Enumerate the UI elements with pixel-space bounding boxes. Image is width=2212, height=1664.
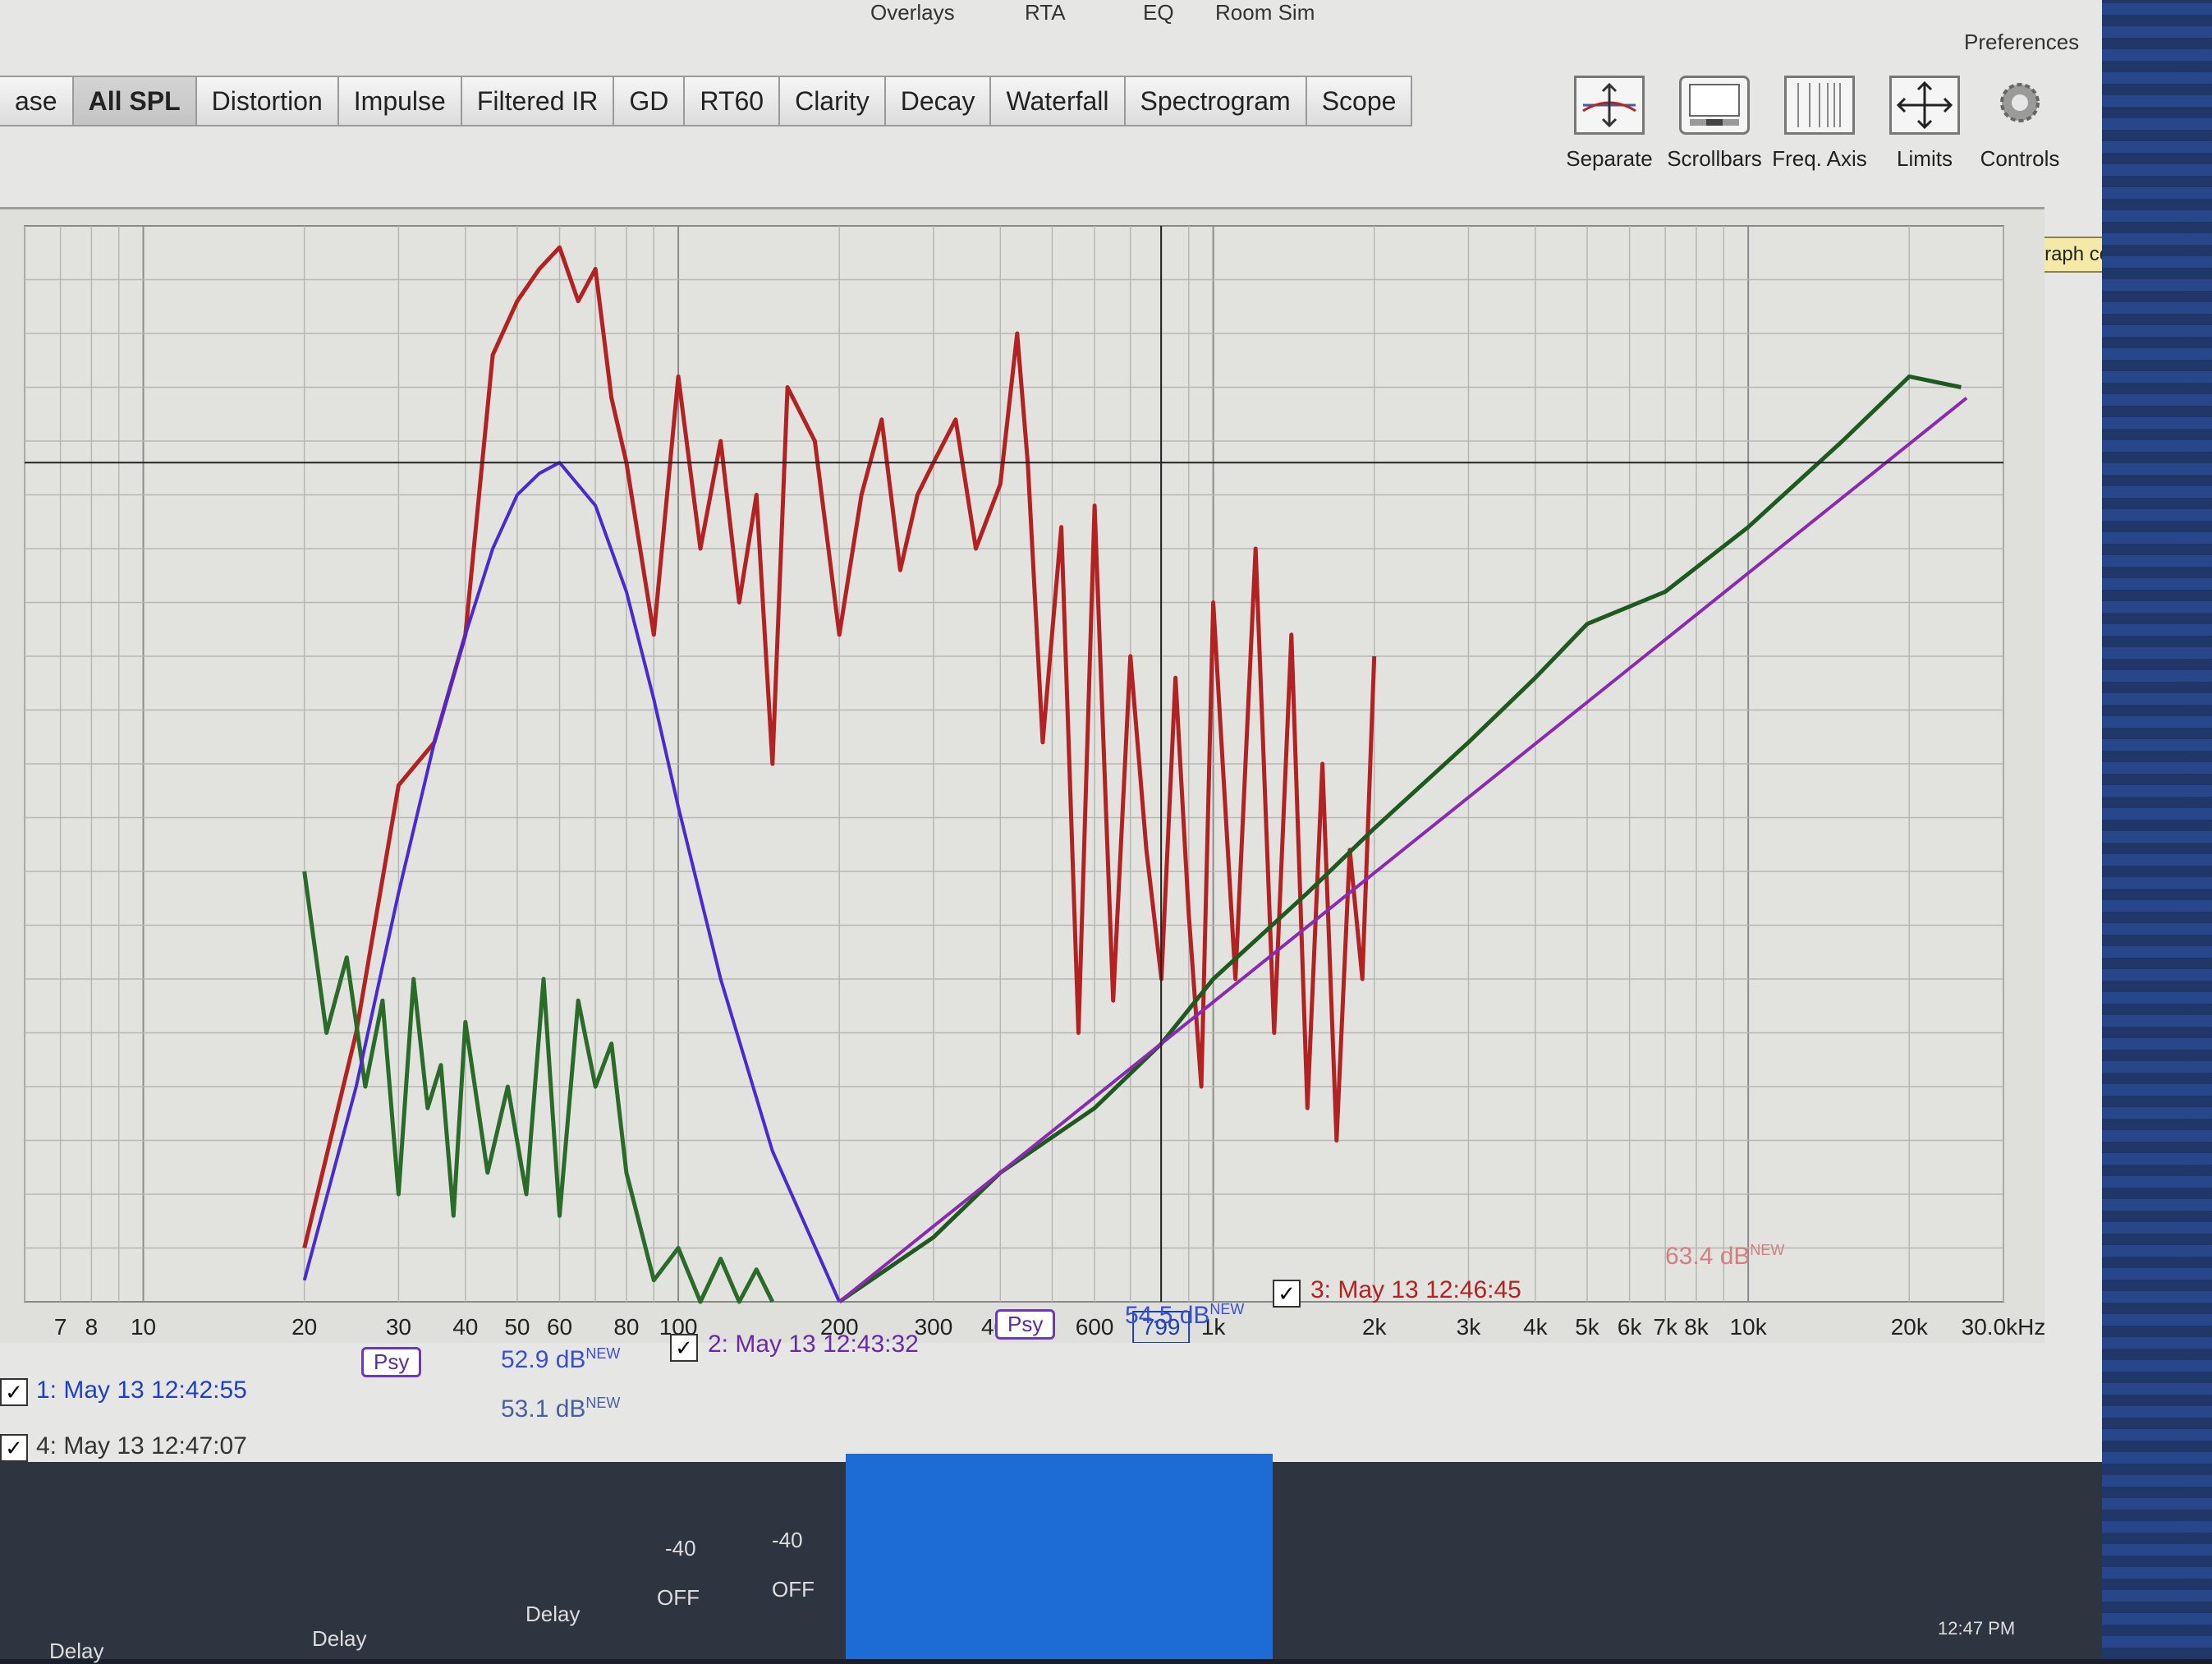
gain-min-label-b: -40 [772, 1528, 803, 1552]
preferences-button[interactable]: Preferences [1964, 30, 2079, 55]
menu-overlays[interactable]: Overlays [870, 0, 955, 26]
gain-min-label-a: -40 [665, 1536, 696, 1561]
limits-label: Limits [1897, 146, 1953, 171]
measurement-1-label[interactable]: 1: May 13 12:42:55 [36, 1377, 247, 1404]
measurement-3-level: 63.4 dBNEW [1665, 1242, 1785, 1270]
tab-decay[interactable]: Decay [885, 76, 992, 126]
separate-icon [1574, 76, 1645, 135]
measurement-2-label[interactable]: 2: May 13 12:43:32 [708, 1331, 919, 1358]
limits-button[interactable]: Limits [1875, 76, 1974, 191]
delay-label-3: Delay [49, 1639, 104, 1663]
tab-gd[interactable]: GD [614, 76, 686, 126]
menu-room-sim[interactable]: Room Sim [1215, 0, 1315, 26]
scrollbars-icon [1679, 76, 1750, 135]
scrollbars-button[interactable]: Scrollbars [1665, 76, 1764, 191]
freq-axis-label: Freq. Axis [1772, 146, 1867, 171]
psy-badge-1[interactable]: Psy [361, 1347, 422, 1377]
tab-waterfall[interactable]: Waterfall [991, 76, 1126, 126]
x-tick-label: 30.0kHz [1962, 1314, 2044, 1340]
delay-label-1: Delay [312, 1626, 367, 1651]
tab-spectrogram[interactable]: Spectrogram [1125, 76, 1307, 126]
freq-axis-button[interactable]: Freq. Axis [1770, 76, 1869, 191]
tab-phase[interactable]: ase [0, 76, 74, 126]
controls-button[interactable]: Controls [1971, 76, 2069, 191]
spl-chart: 78102030405060801002003004006007991k2k3k… [24, 225, 2044, 1343]
menu-rta[interactable]: RTA [1025, 0, 1066, 26]
desktop-background [846, 1454, 1273, 1659]
tab-rt60[interactable]: RT60 [685, 76, 781, 126]
rew-window: Overlays RTA EQ Room Sim Preferences ase… [0, 0, 2102, 1462]
separate-button[interactable]: Separate [1560, 76, 1659, 191]
measurement-4-level: 53.1 dBNEW [501, 1395, 621, 1423]
menu-eq[interactable]: EQ [1143, 0, 1174, 26]
gear-icon [1985, 76, 2055, 135]
tab-impulse[interactable]: Impulse [338, 76, 462, 126]
freq-axis-icon [1784, 76, 1855, 135]
graph-tab-bar: ase All SPL Distortion Impulse Filtered … [0, 76, 1413, 130]
measurement-2-checkbox[interactable]: ✓ [670, 1334, 698, 1362]
chart-grid [24, 225, 2004, 1303]
measurement-1-checkbox[interactable]: ✓ [0, 1378, 28, 1406]
measurement-3-checkbox[interactable]: ✓ [1273, 1280, 1301, 1308]
spl-graph[interactable]: 78102030405060801002003004006007991k2k3k… [0, 207, 2044, 1343]
tab-filtered-ir[interactable]: Filtered IR [461, 76, 615, 126]
limits-icon [1889, 76, 1960, 135]
delay-label-2: Delay [525, 1602, 581, 1626]
screen-bezel [2102, 0, 2212, 1659]
controls-label: Controls [1980, 146, 2060, 171]
measurement-4-label[interactable]: 4: May 13 12:47:07 [36, 1432, 247, 1460]
psy-badge-2[interactable]: Psy [995, 1309, 1056, 1340]
taskbar-clock: 12:47 PM [1938, 1618, 2016, 1639]
measurement-4-checkbox[interactable]: ✓ [0, 1434, 28, 1462]
measurement-3-label[interactable]: 3: May 13 12:46:45 [1310, 1276, 1521, 1304]
measurement-1-level: 52.9 dBNEW [501, 1345, 621, 1373]
off-label-b: OFF [772, 1577, 815, 1602]
off-label-a: OFF [657, 1585, 700, 1610]
measurement-2-level: 54.5 dBNEW [1125, 1301, 1245, 1329]
tab-distortion[interactable]: Distortion [196, 76, 339, 126]
x-tick-label: 20k [1891, 1314, 1929, 1340]
tab-scope[interactable]: Scope [1306, 76, 1413, 126]
tab-all-spl[interactable]: All SPL [73, 76, 197, 126]
tab-clarity[interactable]: Clarity [780, 76, 886, 126]
measurement-legend: ✓ 1: May 13 12:42:55 Psy 52.9 dBNEW ✓ 2:… [0, 1242, 1806, 1462]
scrollbars-label: Scrollbars [1667, 146, 1762, 171]
separate-label: Separate [1566, 146, 1653, 171]
graph-toolbar: Separate Scrollbars Freq. Axis Limits Co… [1560, 76, 2086, 191]
